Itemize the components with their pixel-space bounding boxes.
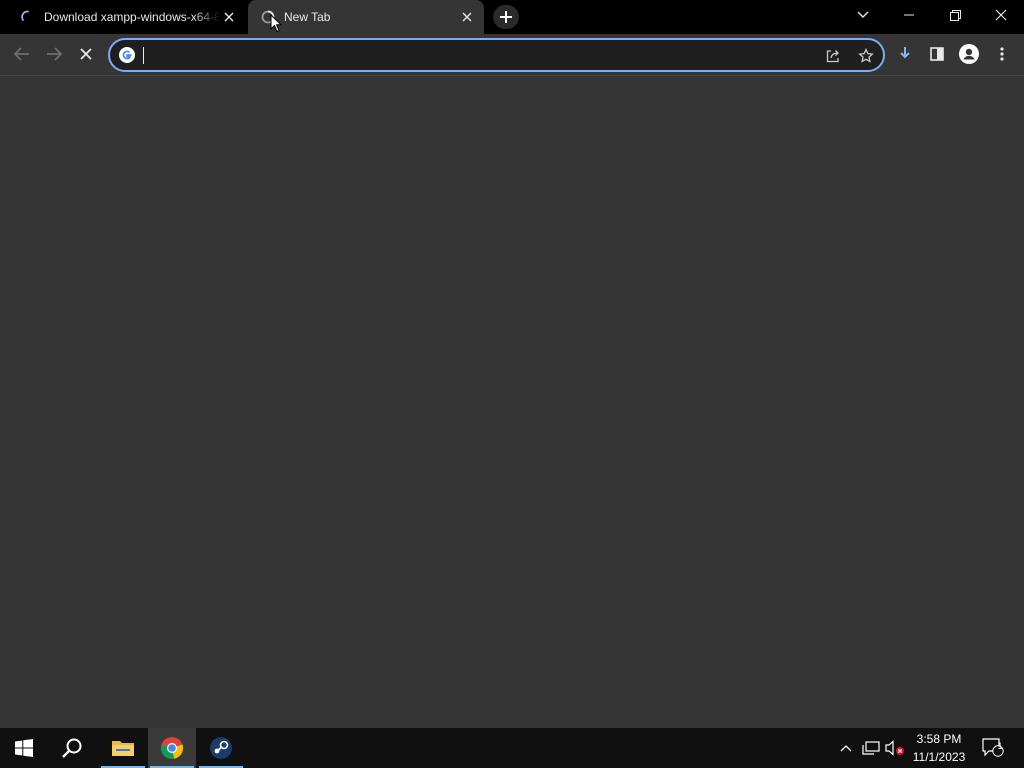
network-button[interactable] (860, 728, 882, 768)
notification-count: 1 (997, 741, 1003, 751)
forward-button[interactable] (39, 39, 69, 69)
stop-icon (80, 48, 92, 60)
tab-download-xampp[interactable]: Download xampp-windows-x64-8 (8, 0, 246, 34)
taskbar-file-explorer[interactable] (99, 728, 147, 768)
stop-loading-button[interactable] (71, 39, 101, 69)
downloads-button[interactable] (890, 39, 920, 69)
arrow-right-icon (47, 47, 62, 61)
bookmark-button[interactable] (855, 45, 877, 67)
volume-muted-icon (885, 740, 904, 756)
close-icon (995, 9, 1007, 21)
minimize-button[interactable] (886, 0, 932, 30)
chevron-down-icon (857, 11, 869, 18)
windows-taskbar: 3:58 PM 11/1/2023 1 (0, 728, 1024, 768)
profile-button[interactable] (954, 39, 984, 69)
restore-icon (949, 9, 961, 21)
side-panel-button[interactable] (922, 39, 952, 69)
more-vert-icon (1000, 47, 1004, 61)
search-icon (62, 738, 82, 758)
taskbar-clock[interactable]: 3:58 PM 11/1/2023 (906, 730, 972, 766)
clock-time: 3:58 PM (916, 732, 962, 746)
taskbar-search-button[interactable] (48, 728, 96, 768)
tab-title: New Tab (284, 10, 331, 24)
mouse-cursor-icon (270, 14, 282, 33)
windows-start-icon (15, 739, 33, 757)
taskbar-chrome[interactable] (148, 728, 196, 768)
address-bar[interactable] (108, 38, 885, 72)
loading-spinner-icon (20, 9, 36, 25)
google-icon (119, 47, 135, 63)
close-tab-icon[interactable] (220, 8, 238, 26)
volume-button[interactable] (884, 728, 906, 768)
text-caret (143, 47, 144, 64)
tab-title: Download xampp-windows-x64-8 (44, 10, 220, 24)
chrome-icon (161, 737, 184, 759)
download-icon (900, 47, 910, 59)
plus-icon (500, 11, 512, 23)
taskbar-steam[interactable] (197, 728, 245, 768)
restore-button[interactable] (932, 0, 978, 30)
new-tab-button[interactable] (493, 5, 519, 29)
chevron-up-icon (840, 745, 852, 752)
file-explorer-icon (112, 741, 134, 756)
browser-toolbar (0, 34, 1024, 76)
profile-icon (959, 44, 979, 64)
page-content (0, 77, 1024, 728)
share-icon (826, 50, 839, 63)
tab-search-button[interactable] (840, 0, 886, 30)
steam-icon (210, 737, 232, 759)
share-button[interactable] (822, 45, 844, 67)
star-icon (858, 48, 874, 63)
back-button[interactable] (7, 39, 37, 69)
tab-new-tab[interactable]: New Tab (248, 0, 484, 34)
omnibox-input[interactable] (142, 46, 802, 64)
action-center-button[interactable]: 1 (978, 728, 1008, 768)
arrow-left-icon (14, 47, 29, 61)
chrome-menu-button[interactable] (987, 39, 1017, 69)
clock-date: 11/1/2023 (912, 750, 966, 764)
side-panel-icon (930, 47, 944, 61)
show-hidden-icons-button[interactable] (837, 728, 855, 768)
close-window-button[interactable] (978, 0, 1024, 30)
close-tab-icon[interactable] (458, 8, 476, 26)
tab-strip: Download xampp-windows-x64-8 New Tab (0, 0, 1024, 34)
network-icon (862, 741, 880, 755)
minimize-icon (904, 14, 914, 16)
start-button[interactable] (0, 728, 48, 768)
